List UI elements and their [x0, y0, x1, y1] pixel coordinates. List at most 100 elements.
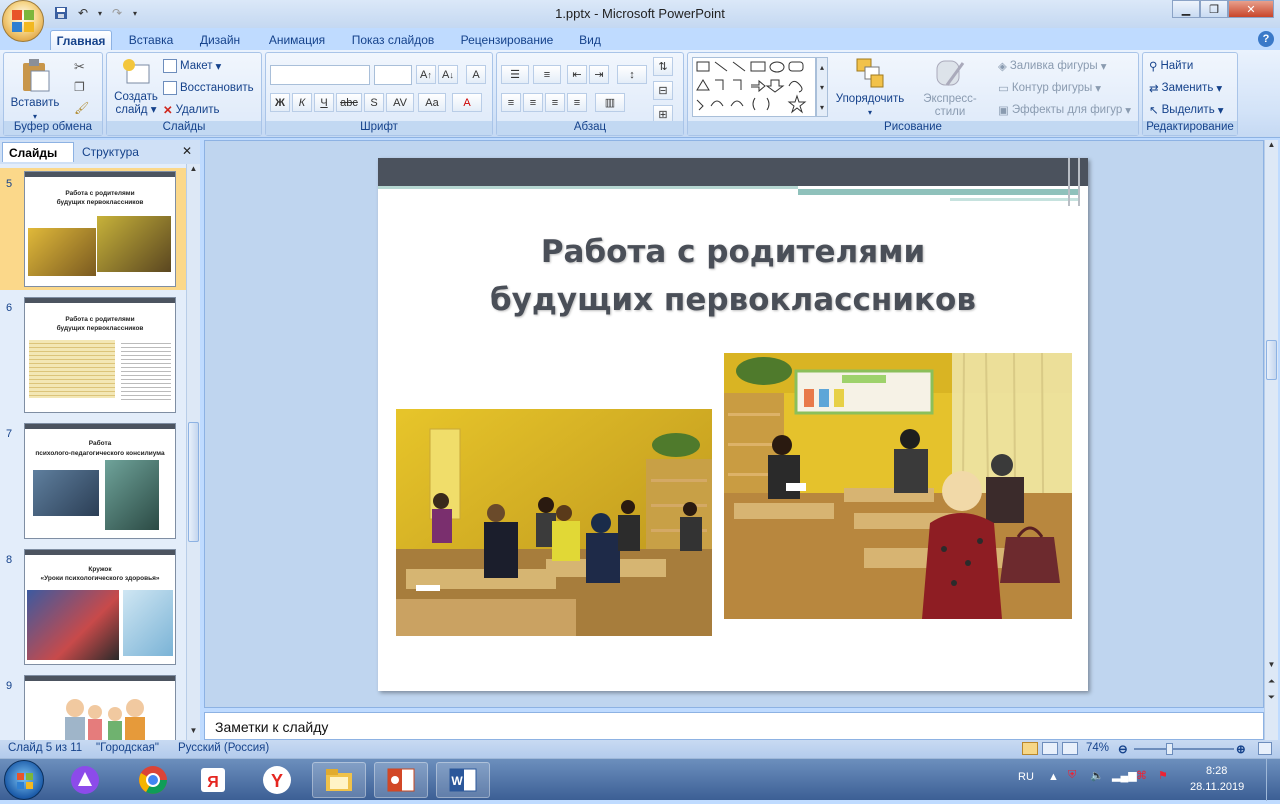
cut-icon[interactable]: ✂ — [74, 59, 85, 75]
yandex-browser-icon[interactable]: Y — [250, 762, 304, 798]
italic-icon[interactable]: К — [292, 93, 312, 112]
format-painter-icon[interactable]: 🖌 — [74, 101, 89, 115]
align-left-icon[interactable]: ≡ — [501, 93, 521, 112]
word-app-icon[interactable]: W — [436, 762, 490, 798]
shape-outline-button[interactable]: ▭ Контур фигуры ▾ — [998, 81, 1101, 95]
scrollbar-thumb[interactable] — [188, 422, 199, 542]
shadow-icon[interactable]: S — [364, 93, 384, 112]
zoom-in-icon[interactable]: ⊕ — [1236, 742, 1246, 756]
align-center-icon[interactable]: ≡ — [523, 93, 543, 112]
delete-slide-button[interactable]: ✕ Удалить — [163, 103, 220, 117]
zoom-slider-thumb[interactable] — [1166, 743, 1173, 755]
numbering-icon[interactable]: ≡ — [533, 65, 561, 84]
paste-button[interactable]: Вставить ▾ — [10, 57, 60, 123]
tab-insert[interactable]: Вставка — [122, 30, 180, 50]
shapes-scroll[interactable]: ▴ ▾ ▾ — [816, 57, 828, 117]
increase-indent-icon[interactable]: ⇥ — [589, 65, 609, 84]
powerpoint-app-icon[interactable] — [374, 762, 428, 798]
layout-button[interactable]: Макет ▾ — [163, 59, 221, 73]
thumbnails-scrollbar[interactable]: ▲ ▼ — [186, 164, 200, 740]
bold-icon[interactable]: Ж — [270, 93, 290, 112]
scroll-up-icon[interactable]: ▲ — [1265, 140, 1278, 154]
close-button[interactable]: ✕ — [1228, 0, 1274, 18]
adobe-icon[interactable]: ⌘ — [1136, 769, 1147, 782]
thumbnail-slide-7[interactable]: 7 Работа психолого-педагогического конси… — [0, 420, 186, 542]
decrease-indent-icon[interactable]: ⇤ — [567, 65, 587, 84]
line-spacing-icon[interactable]: ↕ — [617, 65, 647, 84]
slide-title[interactable]: Работа с родителями будущих первоклассни… — [438, 228, 1028, 324]
tab-animation[interactable]: Анимация — [262, 30, 332, 50]
bullets-icon[interactable]: ☰ — [501, 65, 529, 84]
explorer-app-icon[interactable] — [312, 762, 366, 798]
slide-scrollbar[interactable]: ▲ ▼ ⏶ ⏷ — [1264, 140, 1278, 740]
slide-sorter-icon[interactable] — [1042, 742, 1058, 755]
reset-button[interactable]: Восстановить — [163, 81, 254, 95]
case-icon[interactable]: Aa — [418, 93, 446, 112]
restore-button[interactable]: ❐ — [1200, 0, 1228, 18]
photo-parents-meeting-1[interactable] — [396, 409, 712, 636]
strike-icon[interactable]: abc — [336, 93, 362, 112]
clock-date[interactable]: 28.11.2019 — [1190, 781, 1244, 793]
start-button[interactable] — [4, 760, 44, 800]
normal-view-icon[interactable] — [1022, 742, 1038, 755]
tab-view[interactable]: Вид — [572, 30, 608, 50]
scroll-down-icon[interactable]: ▼ — [187, 726, 200, 740]
office-button[interactable] — [2, 0, 44, 42]
shape-effects-button[interactable]: ▣ Эффекты для фигур ▾ — [998, 103, 1131, 117]
help-icon[interactable]: ? — [1258, 31, 1274, 47]
chrome-app-icon[interactable] — [126, 762, 180, 798]
grow-font-icon[interactable]: A ↑ — [416, 65, 436, 84]
zoom-level[interactable]: 74% — [1086, 742, 1109, 754]
justify-icon[interactable]: ≡ — [567, 93, 587, 112]
clear-format-icon[interactable]: A — [466, 65, 486, 84]
notes-pane[interactable]: Заметки к слайду — [204, 712, 1264, 740]
text-direction-icon[interactable]: ⇅ — [653, 57, 673, 76]
minimize-button[interactable]: ▁ — [1172, 0, 1200, 18]
shape-fill-button[interactable]: ◈ Заливка фигуры ▾ — [998, 59, 1106, 73]
shrink-font-icon[interactable]: A ↓ — [438, 65, 458, 84]
font-name-field[interactable] — [270, 65, 370, 85]
tab-design[interactable]: Дизайн — [192, 30, 248, 50]
volume-icon[interactable]: 🔈 — [1090, 769, 1104, 782]
scroll-up-icon[interactable]: ▲ — [187, 164, 200, 178]
action-center-icon[interactable]: ⚑ — [1158, 769, 1168, 782]
scroll-down-icon[interactable]: ▼ — [1265, 660, 1278, 674]
tab-review[interactable]: Рецензирование — [452, 30, 562, 50]
previous-slide-icon[interactable]: ⏶ — [1265, 676, 1278, 690]
tab-slideshow[interactable]: Показ слайдов — [346, 30, 440, 50]
network-icon[interactable]: ▂▄▆ — [1112, 769, 1137, 782]
scrollbar-thumb[interactable] — [1266, 340, 1277, 380]
yandex-app-icon[interactable]: Я — [186, 762, 240, 798]
current-slide[interactable]: Работа с родителями будущих первоклассни… — [378, 158, 1088, 691]
photo-parents-meeting-2[interactable] — [724, 353, 1072, 619]
thumbnail-slide-6[interactable]: 6 Работа с родителями будущих первокласс… — [0, 294, 186, 416]
arrange-button[interactable]: Упорядочить ▾ — [834, 57, 906, 119]
thumbnail-slide-9[interactable]: 9 — [0, 672, 186, 740]
alice-app-icon[interactable] — [58, 762, 112, 798]
keyboard-language[interactable]: RU — [1018, 771, 1034, 783]
thumbnail-slide-5[interactable]: 5 Работа с родителями будущих первокласс… — [0, 168, 186, 290]
clock-time[interactable]: 8:28 — [1206, 765, 1227, 777]
align-text-icon[interactable]: ⊟ — [653, 81, 673, 100]
replace-button[interactable]: ⇄ Заменить ▾ — [1149, 81, 1222, 95]
copy-icon[interactable]: ❐ — [74, 80, 85, 94]
tab-slides[interactable]: Слайды — [2, 142, 74, 162]
close-panel-icon[interactable]: ✕ — [182, 144, 192, 158]
antivirus-icon[interactable]: ⛨ — [1068, 769, 1076, 782]
find-button[interactable]: ⚲ Найти — [1149, 59, 1193, 73]
font-size-field[interactable] — [374, 65, 412, 85]
zoom-out-icon[interactable]: ⊖ — [1118, 742, 1128, 756]
tab-home[interactable]: Главная — [50, 30, 112, 50]
language-indicator[interactable]: Русский (Россия) — [178, 742, 269, 754]
thumbnail-slide-8[interactable]: 8 Кружок «Уроки психологического здоровь… — [0, 546, 186, 668]
next-slide-icon[interactable]: ⏷ — [1265, 692, 1278, 706]
show-hidden-icons-icon[interactable]: ▲ — [1048, 771, 1059, 783]
slideshow-icon[interactable] — [1062, 742, 1078, 755]
spacing-icon[interactable]: AV — [386, 93, 414, 112]
new-slide-button[interactable]: Создать слайд ▾ — [111, 57, 161, 117]
tab-outline[interactable]: Структура — [76, 142, 146, 162]
fit-to-window-icon[interactable] — [1258, 742, 1272, 755]
columns-icon[interactable]: ▥ — [595, 93, 625, 112]
shapes-gallery[interactable] — [692, 57, 816, 117]
align-right-icon[interactable]: ≡ — [545, 93, 565, 112]
